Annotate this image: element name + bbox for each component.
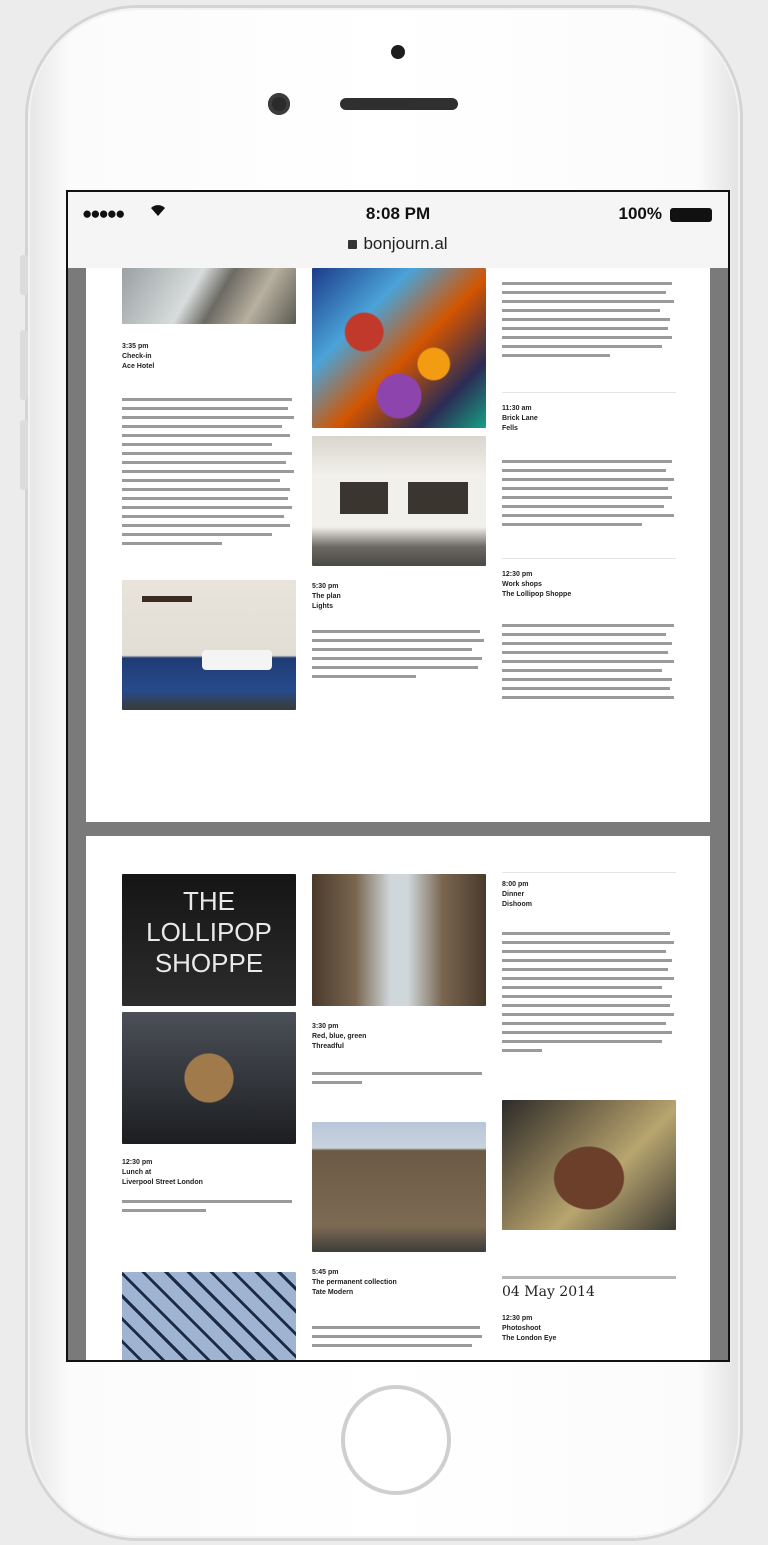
divider: [502, 392, 676, 393]
volume-down-button: [20, 420, 28, 490]
journal-card-1: 3:35 pm Check-in Ace Hotel 5:30 pm The p…: [86, 268, 710, 822]
photo-shop-interior[interactable]: [122, 1012, 296, 1144]
text-block-plan: [312, 630, 484, 678]
text-block-brick-lane: [502, 460, 674, 526]
battery-icon: [670, 208, 712, 222]
text-block-permanent-collection: [312, 1326, 482, 1347]
page-viewport[interactable]: 3:35 pm Check-in Ace Hotel 5:30 pm The p…: [68, 268, 728, 1360]
text-block-intro: [502, 282, 674, 357]
proximity-sensor: [391, 45, 405, 59]
entry-red-blue-green: 3:30 pm Red, blue, green Threadful: [312, 1023, 367, 1050]
entry-checkin: 3:35 pm Check-in Ace Hotel: [122, 343, 155, 370]
journal-card-2: THE LOLLIPOP SHOPPE 12:30 pm Lunch at Li…: [86, 836, 710, 1360]
text-block-lunch: [122, 1200, 292, 1212]
divider: [502, 558, 676, 559]
entry-work-shops: 12:30 pm Work shops The Lollipop Shoppe: [502, 571, 572, 598]
photo-library[interactable]: [312, 874, 486, 1006]
home-button[interactable]: [341, 1385, 451, 1495]
browser-chrome: ●●●●● 8:08 PM 100% bonjourn.al: [68, 192, 728, 269]
front-camera-icon: [268, 93, 290, 115]
photo-terrace-houses[interactable]: [312, 1122, 486, 1252]
divider: [502, 872, 676, 873]
entry-plan: 5:30 pm The plan Lights: [312, 583, 341, 610]
entry-permanent-collection: 5:45 pm The permanent collection Tate Mo…: [312, 1269, 397, 1296]
photo-street-art[interactable]: [312, 268, 486, 428]
photo-shopfront[interactable]: [312, 436, 486, 566]
volume-up-button: [20, 330, 28, 400]
lock-icon: [348, 240, 358, 249]
url-text: bonjourn.al: [363, 234, 448, 253]
photo-glass-roof[interactable]: [122, 1272, 296, 1360]
text-block-red-blue-green: [312, 1072, 482, 1084]
mute-switch: [20, 255, 28, 295]
battery-percent: 100%: [618, 204, 662, 223]
text-block-work-shops: [502, 624, 674, 699]
address-bar[interactable]: bonjourn.al: [68, 234, 728, 254]
photo-architecture[interactable]: [122, 268, 296, 324]
earpiece-speaker: [340, 98, 458, 110]
text-block-checkin: [122, 398, 294, 545]
day-divider: [502, 1276, 676, 1279]
photo-lollipop-sign[interactable]: THE LOLLIPOP SHOPPE: [122, 874, 296, 1006]
entry-lunch: 12:30 pm Lunch at Liverpool Street Londo…: [122, 1159, 203, 1186]
entry-brick-lane: 11:30 am Brick Lane Fells: [502, 405, 538, 432]
lollipop-sign-text: THE LOLLIPOP SHOPPE: [146, 886, 272, 978]
status-bar: ●●●●● 8:08 PM 100%: [68, 204, 728, 226]
entry-photoshoot: 12:30 pm Photoshoot The London Eye: [502, 1315, 557, 1342]
phone-screen: ●●●●● 8:08 PM 100% bonjourn.al 3:35 pm C…: [66, 190, 730, 1362]
day-heading: 04 May 2014: [502, 1284, 595, 1300]
entry-dinner: 8:00 pm Dinner Dishoom: [502, 881, 532, 908]
photo-hotel-room[interactable]: [122, 580, 296, 710]
photo-dinner-plate[interactable]: [502, 1100, 676, 1230]
text-block-dinner: [502, 932, 674, 1052]
